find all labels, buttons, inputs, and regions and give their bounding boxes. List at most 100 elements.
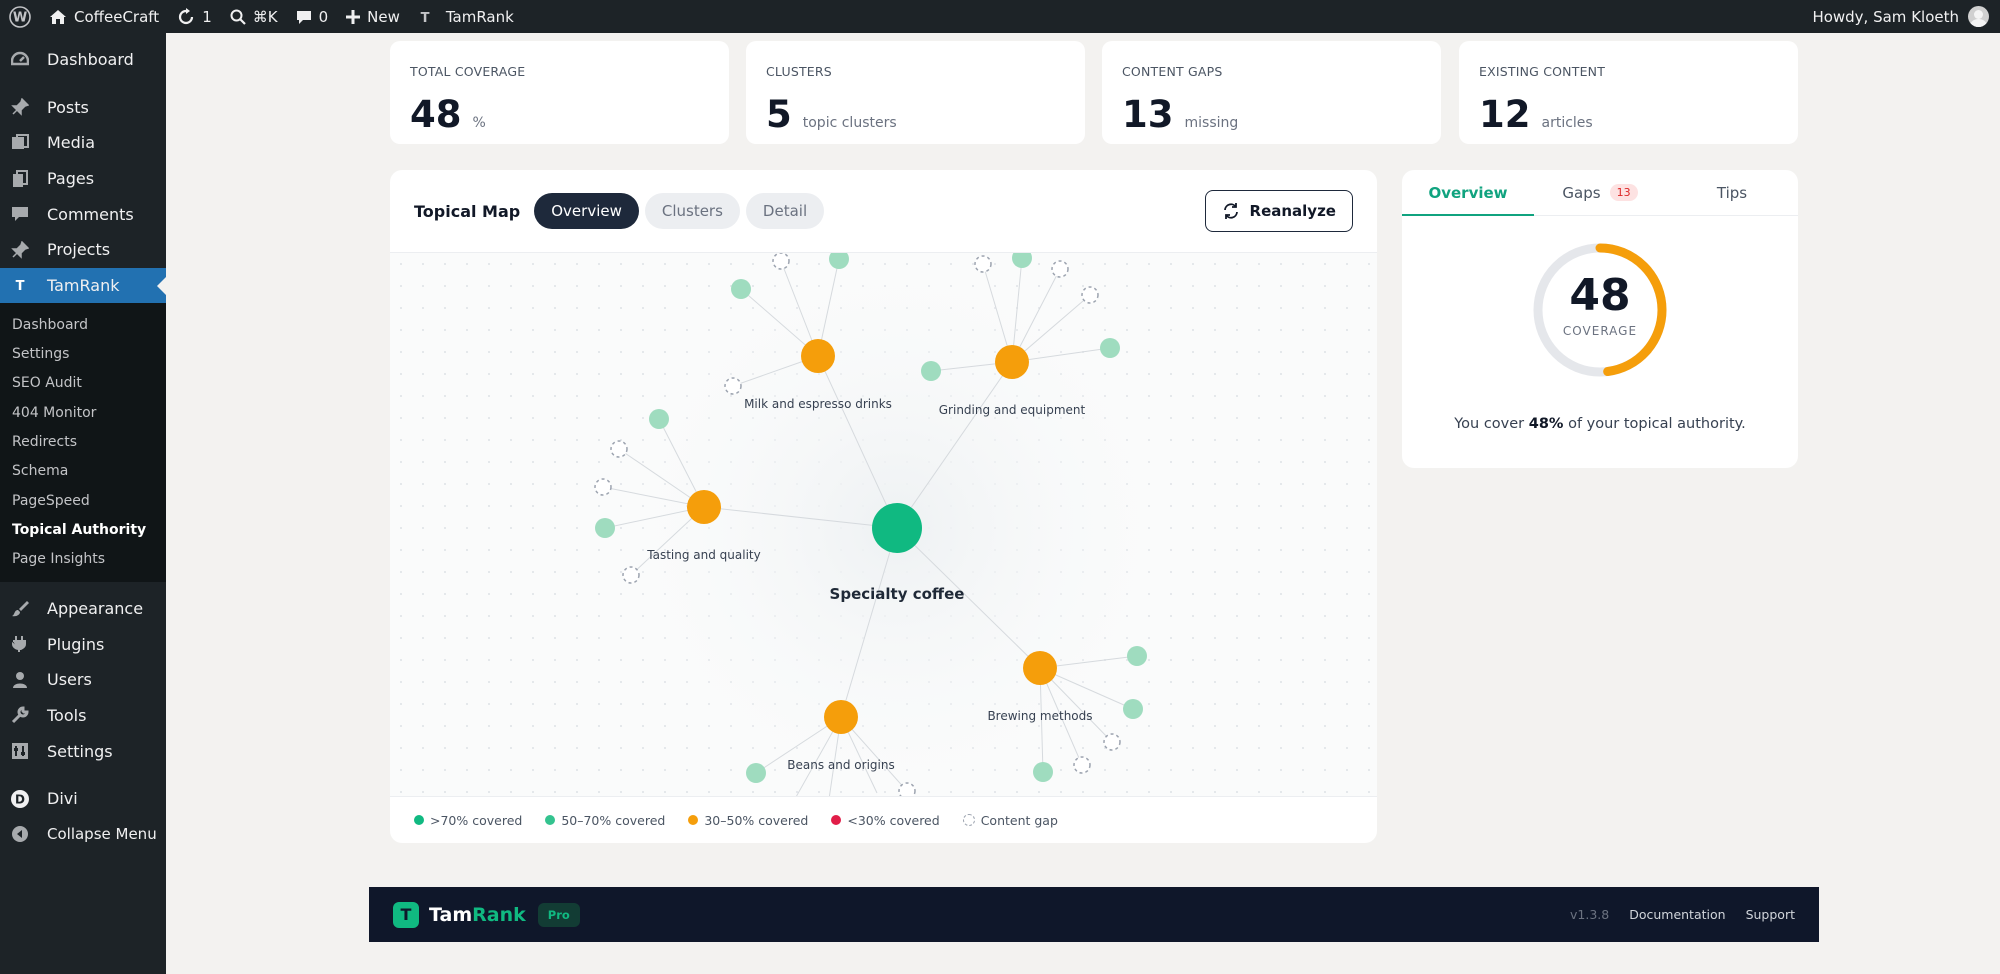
new-label: New xyxy=(367,7,400,26)
submenu-schema[interactable]: Schema xyxy=(0,457,166,486)
tab-gaps[interactable]: Gaps 13 xyxy=(1534,170,1666,215)
updates-link[interactable]: 1 xyxy=(168,0,221,33)
menu-tamrank[interactable]: T TamRank xyxy=(0,267,166,304)
stat-unit: topic clusters xyxy=(802,115,897,131)
cluster-label: Beans and origins xyxy=(787,758,894,772)
cluster-node-brewing xyxy=(1023,651,1057,685)
greeting: Howdy, Sam Kloeth xyxy=(1812,7,1959,26)
submenu-settings[interactable]: Settings xyxy=(0,339,166,368)
brush-icon xyxy=(10,599,30,619)
article-node xyxy=(746,763,766,783)
svg-text:T: T xyxy=(16,279,25,294)
article-node xyxy=(731,279,751,299)
coverage-value: 48 xyxy=(1569,270,1631,321)
gap-node xyxy=(1103,733,1121,751)
wordpress-logo-icon[interactable]: W xyxy=(0,0,40,33)
menu-label: Users xyxy=(47,670,92,690)
gap-node xyxy=(1051,260,1069,278)
summary-suffix: of your topical authority. xyxy=(1568,416,1746,432)
search-icon xyxy=(230,9,246,25)
legend-label: 50–70% covered xyxy=(561,812,666,828)
stat-content-gaps: CONTENT GAPS 13 missing xyxy=(1102,41,1441,144)
stat-clusters: CLUSTERS 5 topic clusters xyxy=(746,41,1085,144)
collapse-menu-button[interactable]: Collapse Menu xyxy=(0,816,166,852)
topical-map-graph[interactable]: Milk and espresso drinks Grinding and eq… xyxy=(390,253,1377,796)
submenu-redirects[interactable]: Redirects xyxy=(0,427,166,456)
pages-icon xyxy=(10,169,30,189)
tab-tips[interactable]: Tips xyxy=(1666,170,1798,215)
menu-projects[interactable]: Projects xyxy=(0,232,166,268)
account-menu[interactable]: Howdy, Sam Kloeth xyxy=(1812,6,2000,27)
tab-overview[interactable]: Overview xyxy=(1402,170,1534,216)
legend-label: >70% covered xyxy=(430,812,523,828)
menu-dashboard[interactable]: Dashboard xyxy=(0,42,166,78)
menu-pages[interactable]: Pages xyxy=(0,161,166,197)
stat-unit: missing xyxy=(1184,115,1239,131)
menu-comments[interactable]: Comments xyxy=(0,196,166,232)
menu-users[interactable]: Users xyxy=(0,662,166,698)
view-overview-button[interactable]: Overview xyxy=(534,193,639,229)
tamrank-brand: T Tam Rank Pro xyxy=(393,901,580,928)
submenu-topical-authority[interactable]: Topical Authority xyxy=(0,515,166,544)
tab-label: Tips xyxy=(1716,183,1748,202)
view-clusters-button[interactable]: Clusters xyxy=(644,193,740,229)
menu-label: Settings xyxy=(47,741,113,761)
menu-divi[interactable]: D Divi xyxy=(0,781,166,817)
cluster-label: Tasting and quality xyxy=(646,548,760,562)
search-shortcut[interactable]: ⌘K xyxy=(221,0,287,33)
legend-item: Content gap xyxy=(962,812,1058,828)
stat-label: TOTAL COVERAGE xyxy=(410,64,526,79)
admin-sidebar: Dashboard Posts Media Pages Comments Pro… xyxy=(0,33,166,974)
view-detail-button[interactable]: Detail xyxy=(745,193,825,229)
support-link[interactable]: Support xyxy=(1746,907,1795,922)
search-shortcut-label: ⌘K xyxy=(252,7,278,26)
cluster-label: Milk and espresso drinks xyxy=(744,397,892,411)
article-node xyxy=(1100,338,1120,358)
legend-dot xyxy=(831,815,842,825)
map-legend: >70% covered 50–70% covered 30–50% cover… xyxy=(390,796,1377,843)
gap-node xyxy=(594,478,612,496)
documentation-link[interactable]: Documentation xyxy=(1629,907,1725,922)
submenu-pagespeed[interactable]: PageSpeed xyxy=(0,486,166,515)
menu-label: Media xyxy=(47,133,96,153)
cluster-node-tasting xyxy=(687,490,721,524)
legend-item: >70% covered xyxy=(414,813,522,828)
cluster-label: Grinding and equipment xyxy=(939,403,1086,417)
tamrank-icon: T xyxy=(10,275,30,295)
gap-node xyxy=(724,377,742,395)
menu-posts[interactable]: Posts xyxy=(0,90,166,126)
legend-dot xyxy=(545,815,556,825)
reanalyze-button[interactable]: Reanalyze xyxy=(1204,190,1353,232)
stat-value: 13 xyxy=(1122,93,1174,136)
topical-map-card: Topical Map Overview Clusters Detail Rea… xyxy=(390,170,1377,843)
menu-tools[interactable]: Tools xyxy=(0,698,166,734)
reanalyze-label: Reanalyze xyxy=(1249,202,1336,220)
menu-appearance[interactable]: Appearance xyxy=(0,591,166,627)
pro-badge: Pro xyxy=(537,902,580,927)
article-node xyxy=(1127,646,1147,666)
plus-icon xyxy=(346,9,361,24)
menu-settings[interactable]: Settings xyxy=(0,733,166,769)
menu-media[interactable]: Media xyxy=(0,125,166,161)
legend-label: <30% covered xyxy=(847,812,940,828)
submenu-404-monitor[interactable]: 404 Monitor xyxy=(0,398,166,427)
legend-label: Content gap xyxy=(980,812,1058,828)
stat-value: 5 xyxy=(766,93,792,136)
tamrank-bar-link[interactable]: T TamRank xyxy=(409,0,523,33)
menu-label: Tools xyxy=(47,705,87,725)
submenu-page-insights[interactable]: Page Insights xyxy=(0,545,166,574)
submenu-seo-audit[interactable]: SEO Audit xyxy=(0,369,166,398)
stat-unit: % xyxy=(472,115,486,131)
comments-count: 0 xyxy=(318,7,329,26)
comments-link[interactable]: 0 xyxy=(287,0,338,33)
brand-prefix: Tam xyxy=(429,903,473,926)
menu-plugins[interactable]: Plugins xyxy=(0,626,166,662)
pin-icon xyxy=(10,240,30,260)
menu-label: Divi xyxy=(47,789,78,809)
new-content-link[interactable]: New xyxy=(337,0,409,33)
submenu-dashboard[interactable]: Dashboard xyxy=(0,310,166,339)
site-name-link[interactable]: CoffeeCraft xyxy=(40,0,168,33)
menu-label: Collapse Menu xyxy=(47,825,157,844)
wrench-icon xyxy=(10,705,30,725)
summary-prefix: You cover xyxy=(1454,416,1525,432)
